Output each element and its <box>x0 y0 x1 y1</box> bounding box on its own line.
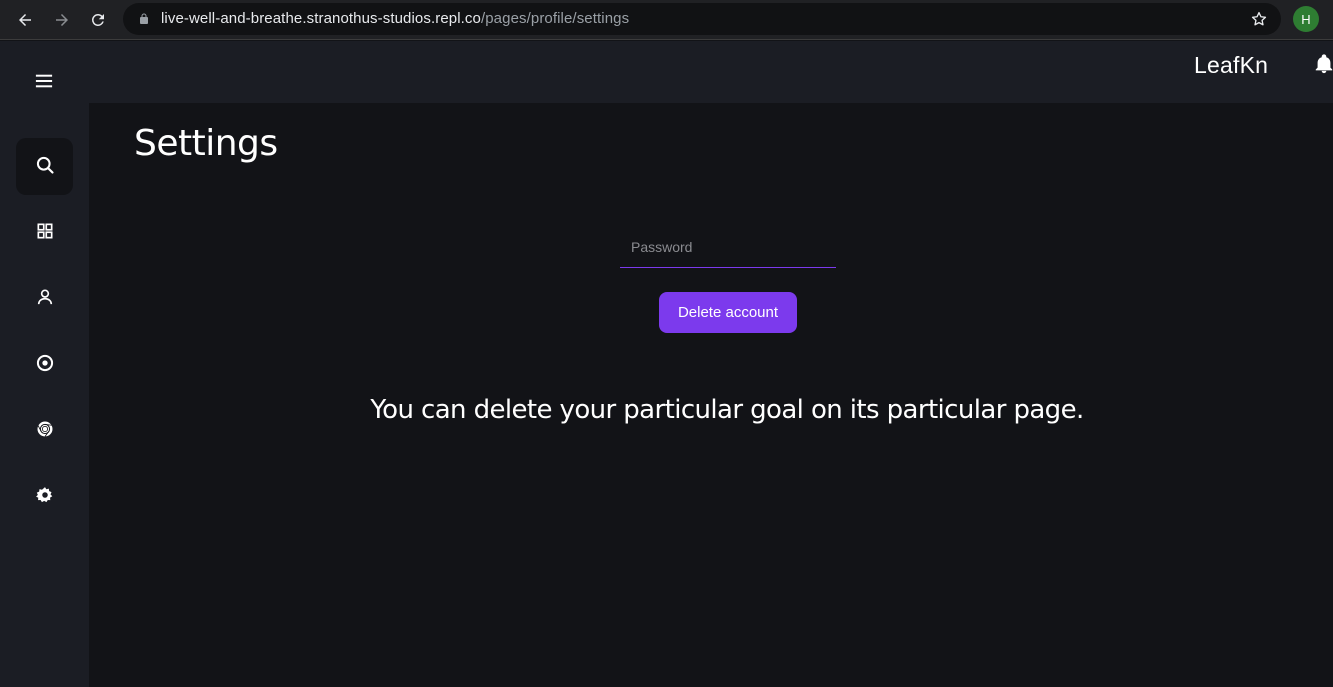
brand-logo[interactable]: LeafKn <box>1194 52 1268 79</box>
gear-icon <box>35 485 55 509</box>
sidebar <box>0 103 89 687</box>
sidebar-item-search[interactable] <box>16 138 73 195</box>
address-bar[interactable]: live-well-and-breathe.stranothus-studios… <box>123 3 1281 35</box>
info-text: You can delete your particular goal on i… <box>370 395 1084 425</box>
bell-icon[interactable] <box>1313 53 1333 75</box>
back-arrow-icon[interactable] <box>13 8 37 32</box>
url-text: live-well-and-breathe.stranothus-studios… <box>161 10 629 27</box>
browser-toolbar: live-well-and-breathe.stranothus-studios… <box>0 0 1333 40</box>
lock-icon[interactable] <box>137 12 151 26</box>
star-icon[interactable] <box>1249 9 1269 29</box>
delete-account-button[interactable]: Delete account <box>659 292 797 333</box>
page-title: Settings <box>134 123 278 164</box>
password-field[interactable] <box>620 227 836 268</box>
forward-arrow-icon[interactable] <box>50 8 74 32</box>
chrome-icon <box>35 419 55 443</box>
sidebar-item-dashboard[interactable] <box>16 204 73 261</box>
url-host: live-well-and-breathe.stranothus-studios… <box>161 10 481 27</box>
user-icon <box>35 287 55 311</box>
hamburger-icon[interactable] <box>34 71 54 91</box>
search-icon <box>35 155 55 179</box>
url-path: /pages/profile/settings <box>480 10 630 27</box>
sidebar-item-profile[interactable] <box>16 270 73 327</box>
sidebar-item-goals[interactable] <box>16 336 73 393</box>
app-header: LeafKn <box>0 41 1333 103</box>
reload-icon[interactable] <box>86 8 110 32</box>
grid-icon <box>35 221 55 245</box>
sidebar-item-settings[interactable] <box>16 468 73 525</box>
target-icon <box>35 353 55 377</box>
main-content: Settings Delete account You can delete y… <box>89 103 1333 687</box>
sidebar-item-browser[interactable] <box>16 402 73 459</box>
profile-avatar[interactable]: H <box>1293 6 1319 32</box>
